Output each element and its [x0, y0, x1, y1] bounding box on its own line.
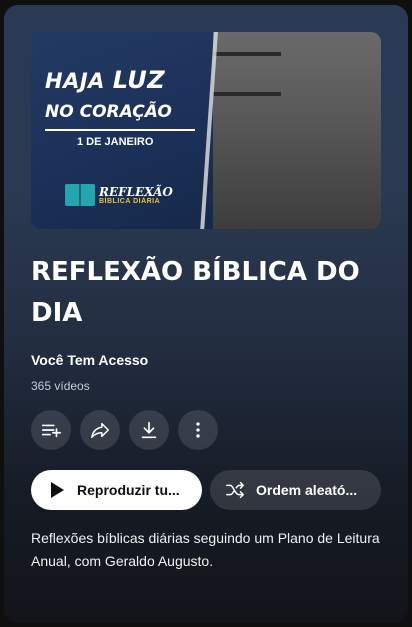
save-to-library-button[interactable]: [31, 410, 71, 450]
download-icon: [141, 421, 157, 439]
playlist-add-icon: [41, 424, 61, 438]
download-button[interactable]: [129, 410, 169, 450]
thumbnail-date: 1 DE JANEIRO: [77, 136, 154, 148]
share-icon: [91, 422, 109, 439]
shuffle-button[interactable]: Ordem aleató...: [210, 470, 381, 510]
thumbnail-headline-part2: NO CORAÇÃO: [45, 102, 172, 122]
play-all-label: Reproduzir tu...: [77, 482, 180, 498]
more-vert-icon: [196, 422, 200, 438]
share-button[interactable]: [80, 410, 120, 450]
shuffle-icon: [226, 481, 244, 499]
thumbnail-brand-logo: REFLEXÃO BÍBLICA DIÁRIA: [65, 184, 173, 206]
play-all-button[interactable]: Reproduzir tu...: [31, 470, 202, 510]
thumbnail-headline-highlight: LUZ: [112, 66, 166, 94]
thumbnail-brand-subtitle: BÍBLICA DIÁRIA: [99, 197, 161, 205]
playlist-header-card: HAJA LUZ NO CORAÇÃO 1 DE JANEIRO REFLEXÃ…: [4, 5, 408, 623]
more-actions-button[interactable]: [178, 410, 218, 450]
thumbnail-brand-title: REFLEXÃO: [99, 184, 173, 199]
thumbnail-text-panel: HAJA LUZ NO CORAÇÃO 1 DE JANEIRO REFLEXÃ…: [31, 32, 213, 229]
thumbnail-photo: [201, 32, 381, 229]
playlist-title: REFLEXÃO BÍBLICA DO DIA: [31, 257, 360, 328]
play-icon: [51, 482, 64, 498]
playlist-description: Reflexões bíblicas diárias seguindo um P…: [31, 530, 380, 569]
video-count: 365 vídeos: [31, 379, 90, 393]
thumbnail-divider: [45, 129, 195, 131]
channel-name-link[interactable]: Você Tem Acesso: [31, 352, 148, 368]
book-icon: [65, 184, 95, 206]
shuffle-label: Ordem aleató...: [256, 482, 358, 498]
thumbnail-headline-part1: HAJA: [45, 69, 105, 93]
playlist-thumbnail[interactable]: HAJA LUZ NO CORAÇÃO 1 DE JANEIRO REFLEXÃ…: [31, 32, 381, 229]
